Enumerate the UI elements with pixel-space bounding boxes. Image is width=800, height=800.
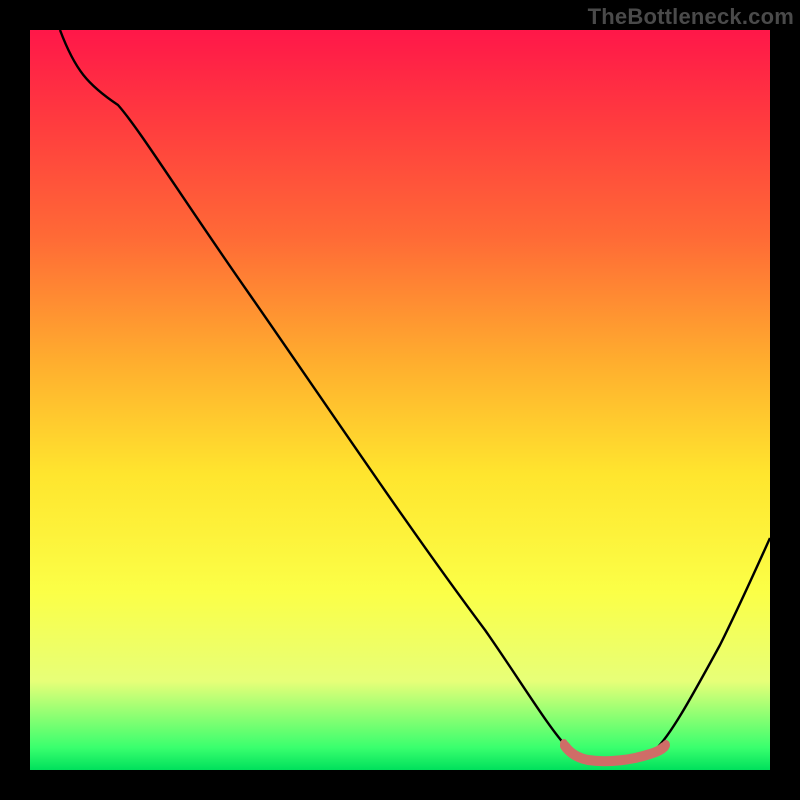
highlight-dash-left <box>560 739 568 749</box>
highlight-dash-right <box>662 740 670 750</box>
plot-svg <box>30 30 770 770</box>
highlight-segment <box>565 746 664 761</box>
watermark-text: TheBottleneck.com <box>588 4 794 30</box>
bottleneck-curve <box>60 30 770 759</box>
